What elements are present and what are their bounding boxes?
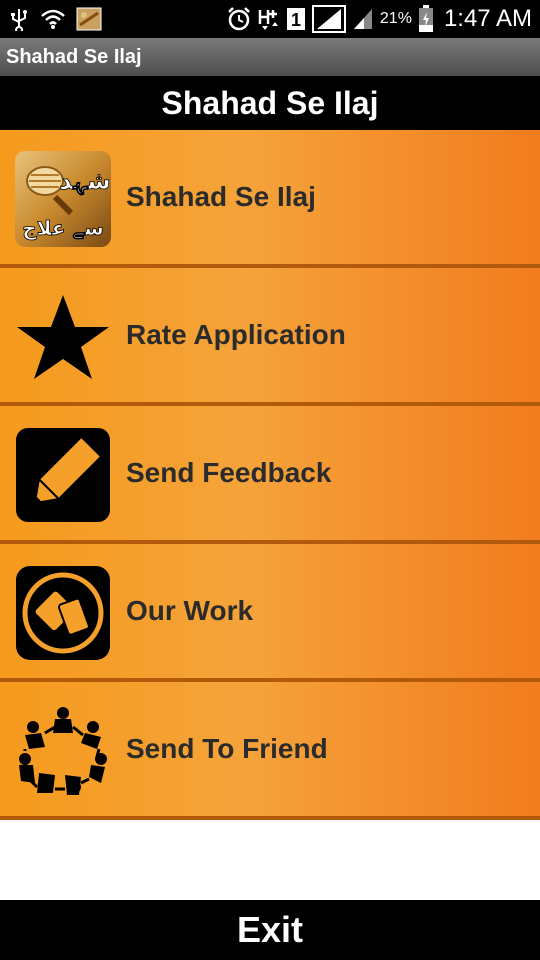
menu-item-label: Send To Friend: [126, 733, 328, 764]
page-header: Shahad Se Ilaj: [0, 76, 540, 130]
svg-text:شہد: شہد: [59, 167, 111, 196]
menu-item-rate-application[interactable]: Rate Application: [0, 268, 540, 406]
star-icon: [15, 289, 111, 385]
exit-label: Exit: [236, 909, 304, 950]
page-title: Shahad Se Ilaj: [161, 84, 379, 121]
signal-strength-2-icon: [352, 7, 374, 31]
menu-list: شہد سے علاج Shahad Se Ilaj Rate Applicat…: [0, 130, 540, 820]
menu-item-label: Our Work: [126, 595, 254, 626]
battery-charging-icon: [418, 5, 434, 33]
usb-icon: [8, 7, 30, 31]
app-title: Shahad Se Ilaj: [6, 45, 142, 68]
clock-time: 1:47 AM: [443, 5, 532, 32]
wifi-icon: [40, 8, 66, 30]
people-circle-icon: [15, 703, 111, 799]
signal-strength-icon: [311, 5, 346, 33]
battery-percent: 21%: [379, 10, 412, 27]
exit-button[interactable]: Exit: [0, 900, 540, 960]
hplus-network-icon: [258, 6, 280, 32]
menu-item-send-to-friend[interactable]: Send To Friend: [0, 682, 540, 820]
honey-app-icon: شہد سے علاج: [15, 151, 111, 247]
pencil-icon: [15, 427, 111, 523]
status-bar: 1 21% 1:47 AM: [0, 0, 540, 38]
svg-text:1: 1: [291, 10, 301, 30]
app-notification-icon: [76, 7, 102, 31]
menu-item-shahad-se-ilaj[interactable]: شہد سے علاج Shahad Se Ilaj: [0, 130, 540, 268]
menu-item-send-feedback[interactable]: Send Feedback: [0, 406, 540, 544]
alarm-icon: [226, 6, 252, 32]
app-title-bar: Shahad Se Ilaj: [0, 38, 540, 76]
svg-text:سے علاج: سے علاج: [22, 216, 104, 240]
cards-icon: [15, 565, 111, 661]
sim-1-icon: 1: [286, 7, 306, 31]
menu-item-label: Rate Application: [126, 319, 346, 350]
menu-item-our-work[interactable]: Our Work: [0, 544, 540, 682]
menu-item-label: Send Feedback: [126, 457, 332, 488]
menu-item-label: Shahad Se Ilaj: [126, 181, 316, 212]
